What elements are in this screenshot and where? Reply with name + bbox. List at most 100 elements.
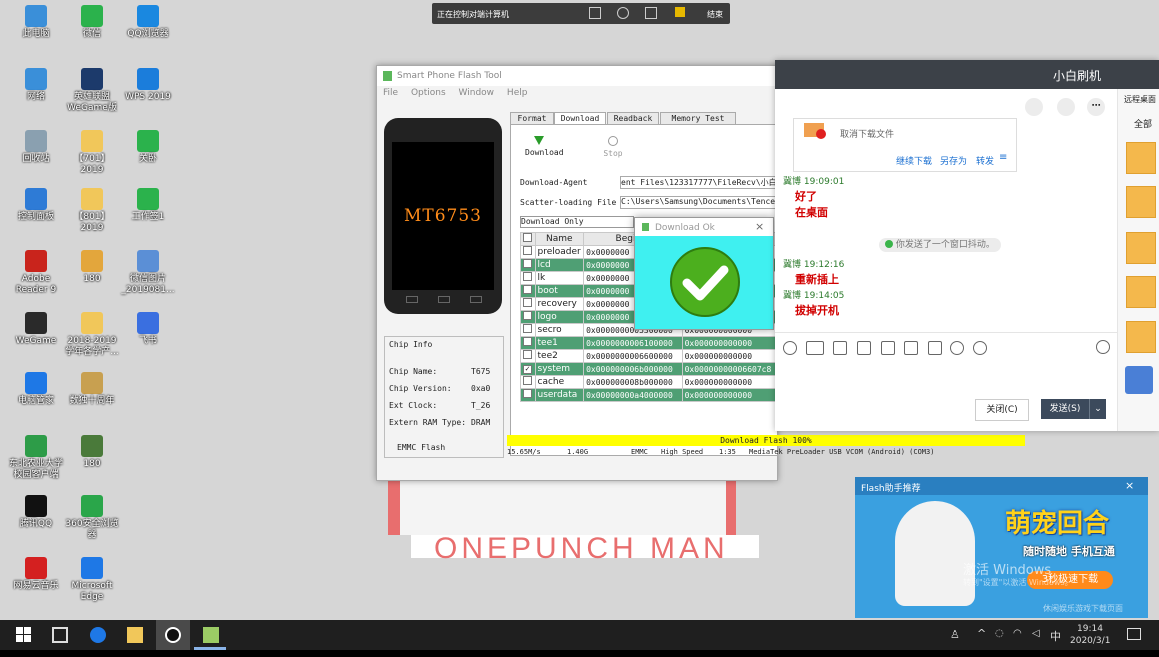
end-remote-button[interactable]: 结束 [707,9,723,20]
desktop-icon[interactable]: 微信 [64,5,120,40]
more-icon[interactable]: ⋯ [1087,98,1105,116]
desktop-icon[interactable]: 网易云音乐 [8,557,64,592]
flash-tool-icon[interactable] [203,627,219,643]
desktop-icon[interactable]: 工作签1 [120,188,176,223]
music-icon[interactable] [950,341,964,355]
menu-options[interactable]: Options [411,88,446,98]
desktop-icon[interactable]: WeGame [8,312,64,347]
send-button[interactable]: 发送(S) [1041,399,1089,419]
file-thumb[interactable] [1126,276,1156,308]
desktop-icon[interactable]: 数独十周年 [64,372,120,407]
continue-download-link[interactable]: 继续下载 [896,154,932,167]
desktop-icon[interactable]: 【801】 2019 [64,188,120,234]
partition-checkbox[interactable] [523,259,532,268]
people-icon[interactable]: ♙ [950,628,960,641]
volume-icon[interactable]: ◁ [1032,628,1040,639]
desktop-icon[interactable]: 关卧 [120,130,176,165]
partition-checkbox[interactable] [523,324,532,333]
desktop-icon[interactable]: QQ浏览器 [120,5,176,40]
dialog-close-button[interactable]: × [755,220,764,233]
history-icon[interactable] [1096,340,1110,354]
desktop-icon[interactable]: 电脑管家 [8,372,64,407]
download-mode-select[interactable]: Download Only [520,216,634,228]
partition-row[interactable]: ✓ system 0x000000006b000000 0x0000000000660… [520,362,776,376]
partition-checkbox[interactable] [523,337,532,346]
notification-icon[interactable] [1127,628,1141,640]
desktop-icon[interactable]: 网络 [8,68,64,103]
desktop-icon[interactable]: 2018-2019 学年各学产... [64,312,120,358]
forward-link[interactable]: 转发 [976,154,994,167]
desktop-icon[interactable]: WPS 2019 [120,68,176,103]
qq-icon[interactable] [165,627,181,643]
desktop-icon[interactable]: 180 [64,435,120,470]
desktop-icon[interactable]: Microsoft Edge [64,557,120,603]
partition-checkbox[interactable] [523,298,532,307]
emoji-icon[interactable] [783,341,797,355]
image-icon[interactable] [881,341,895,355]
partition-row[interactable]: cache 0x000000008b000000 0x000000000000 [520,375,776,389]
partition-checkbox[interactable] [523,376,532,385]
desktop-icon[interactable]: 英雄联盟 WeGame版 [64,68,120,114]
edge-icon[interactable] [90,627,106,643]
partition-checkbox[interactable] [523,246,532,255]
transfer-icon[interactable] [675,7,685,17]
folder-send-icon[interactable] [857,341,871,355]
ime-indicator[interactable]: 中 [1050,628,1061,644]
menu-help[interactable]: Help [507,88,528,98]
network-icon[interactable]: ◌ [995,628,1004,639]
partition-checkbox[interactable] [523,272,532,281]
send-options-chevron-icon[interactable]: ⌄ [1089,399,1106,419]
file-explorer-icon[interactable] [127,627,143,643]
partition-checkbox[interactable] [523,389,532,398]
select-all-checkbox[interactable] [523,233,532,242]
ad-close-icon[interactable]: × [1125,479,1134,492]
clock[interactable]: 19:14 2020/3/1 [1070,623,1110,647]
file-thumb[interactable] [1126,186,1156,218]
partition-checkbox[interactable] [523,311,532,320]
show-hidden-chevron-icon[interactable]: ^ [977,627,986,640]
partition-checkbox[interactable]: ✓ [523,365,532,374]
all-tab[interactable]: 全部 [1134,117,1152,130]
desktop-icon[interactable]: 飞书 [120,312,176,347]
download-agent-field[interactable]: ent Files\123317777\FileRecv\小白 [620,176,776,189]
mute-icon[interactable] [617,7,629,19]
partition-row[interactable]: tee2 0x0000000006600000 0x000000000000 [520,349,776,363]
fullscreen-icon[interactable] [645,7,657,19]
scatter-field[interactable]: C:\Users\Samsung\Documents\Tence [620,196,776,209]
scissors-icon[interactable] [833,341,847,355]
file-thumb[interactable] [1126,142,1156,174]
start-windows-icon[interactable] [16,627,32,643]
save-as-link[interactable]: 另存为 [940,154,967,167]
stop-button[interactable]: Stop [599,136,627,158]
video-call-icon[interactable] [1057,98,1075,116]
shake-icon[interactable] [904,341,918,355]
notes-icon[interactable] [1125,366,1153,394]
file-thumb[interactable] [1126,232,1156,264]
desktop-icon[interactable]: 控制面板 [8,188,64,223]
list-icon[interactable]: ≡ [999,152,1007,163]
partition-row[interactable]: userdata 0x00000000a4000000 0x000000000000 [520,388,776,402]
desktop-icon[interactable]: 【701】 2019 [64,130,120,176]
desktop-icon[interactable]: 此电脑 [8,5,64,40]
partition-row[interactable]: tee1 0x0000000006100000 0x000000000000 [520,336,776,350]
red-packet-icon[interactable] [928,341,942,355]
partition-checkbox[interactable] [523,350,532,359]
desktop-icon[interactable]: 腾讯QQ [8,495,64,530]
screenshot-icon[interactable] [589,7,601,19]
voice-call-icon[interactable] [1025,98,1043,116]
partition-checkbox[interactable] [523,285,532,294]
download-button[interactable]: Download [525,136,564,157]
desktop-icon[interactable]: Adobe Reader 9 [8,250,64,296]
task-view-icon[interactable] [52,627,68,643]
desktop-icon[interactable]: 东北农业大学 校园客户端 [8,435,64,481]
close-button[interactable]: 关闭(C) [975,399,1029,421]
desktop-icon[interactable]: 360安全浏览器 [64,495,120,541]
desktop-icon[interactable]: 回收站 [8,130,64,165]
desktop-icon[interactable]: 微信图片_2019081... [120,250,176,296]
menu-file[interactable]: File [383,88,398,98]
gif-icon[interactable] [806,341,824,355]
desktop-icon[interactable]: 180 [64,250,120,285]
wifi-icon[interactable]: ◠ [1013,628,1022,639]
more-tools-icon[interactable] [973,341,987,355]
menu-window[interactable]: Window [459,88,495,98]
